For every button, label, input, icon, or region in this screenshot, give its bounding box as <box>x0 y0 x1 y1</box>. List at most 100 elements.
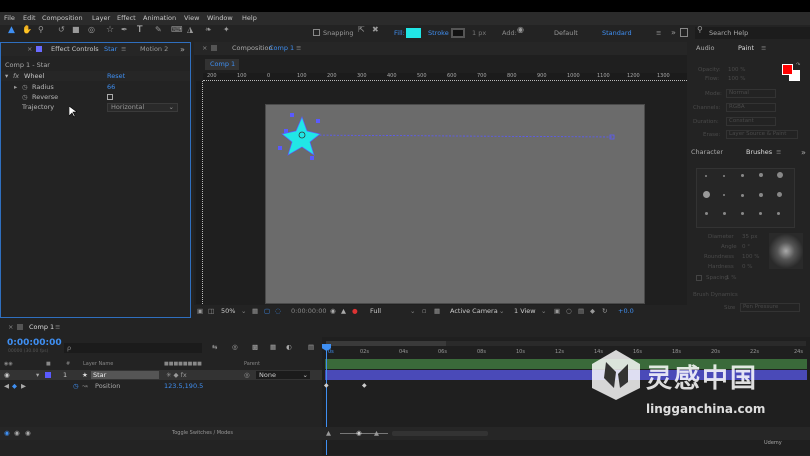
eraser-tool-icon[interactable]: ◮ <box>187 25 193 35</box>
breadcrumb[interactable]: Comp 1 <box>205 59 239 70</box>
timeline-icon[interactable]: ▤ <box>578 305 584 318</box>
snapshot-icon[interactable]: ◉ <box>330 305 336 318</box>
brush-tip[interactable] <box>777 172 783 178</box>
resolution-value[interactable]: Full <box>370 305 381 318</box>
zoom-value[interactable]: 50% <box>221 305 235 318</box>
brush-tip[interactable] <box>759 193 763 197</box>
paint-foreground-swatch[interactable] <box>782 64 793 75</box>
menu-effect[interactable]: Effect <box>117 12 136 25</box>
keyframe-nav-icon[interactable]: ◀ <box>4 381 9 391</box>
chevron-down-icon[interactable]: ⌄ <box>499 305 504 318</box>
brush-tip[interactable] <box>705 175 707 177</box>
composition-mini-flowchart-icon[interactable]: ⇆ <box>212 343 217 351</box>
motion2-tab[interactable]: Motion 2 <box>140 43 168 56</box>
layer-switches-icon[interactable]: ◉ <box>4 427 10 440</box>
close-tab-icon[interactable]: × <box>27 43 32 56</box>
star-handle[interactable] <box>310 156 314 160</box>
stroke-width[interactable]: 1 px <box>472 25 486 41</box>
brush-tip[interactable] <box>741 212 744 215</box>
fast-previews-icon[interactable]: ○ <box>566 305 572 318</box>
puppet-tool-icon[interactable]: ✦ <box>223 25 230 35</box>
always-preview-icon[interactable]: ▣ <box>197 305 203 318</box>
transparency-grid-icon[interactable]: ▦ <box>434 305 440 318</box>
layer-name-header[interactable]: Layer Name <box>83 360 113 369</box>
camera-view[interactable]: Active Camera <box>450 305 498 318</box>
visibility-eye-icon[interactable]: ◉ <box>4 370 10 380</box>
channels-dropdown[interactable]: RGBA <box>726 103 776 112</box>
toggle-switches-modes[interactable]: Toggle Switches / Modes <box>172 427 233 440</box>
parent-header[interactable]: Parent <box>244 360 260 369</box>
mask-visibility-icon[interactable]: ◌ <box>275 305 281 318</box>
close-tab-icon[interactable]: × <box>202 42 207 55</box>
show-snapshot-icon[interactable]: ▲ <box>341 305 346 318</box>
expand-effect-icon[interactable]: ▾ <box>5 71 8 81</box>
panel-menu-icon[interactable]: ≡ <box>761 42 766 55</box>
comp-canvas[interactable] <box>265 104 645 304</box>
pen-tool-icon[interactable]: ✒ <box>121 25 128 35</box>
character-tab[interactable]: Character <box>691 146 723 159</box>
radius-value[interactable]: 66 <box>107 82 115 92</box>
panel-menu-icon[interactable]: ≡ <box>55 321 60 334</box>
keyframe-end[interactable]: ◆ <box>362 382 367 389</box>
brush-tool-icon[interactable]: ✎ <box>155 25 162 35</box>
menu-help[interactable]: Help <box>242 12 257 25</box>
fx-icon[interactable]: fx <box>13 71 19 81</box>
region-of-interest-icon[interactable]: ▢ <box>264 305 270 318</box>
stopwatch-icon[interactable]: ◷ <box>73 381 79 391</box>
brush-tip[interactable] <box>723 175 725 177</box>
work-area-range[interactable] <box>326 341 446 346</box>
hand-tool-icon[interactable]: ✋ <box>22 25 32 35</box>
keyframe-start[interactable]: ◆ <box>324 382 329 389</box>
diameter-value[interactable]: 35 px <box>742 234 758 240</box>
zoom-slider[interactable] <box>340 433 388 434</box>
reset-exposure-icon[interactable]: ↻ <box>602 305 607 318</box>
roundness-value[interactable]: 100 % <box>742 254 759 260</box>
brush-tip[interactable] <box>777 192 782 197</box>
sync-icon[interactable] <box>680 28 688 37</box>
timeline-search-input[interactable]: ρ <box>64 343 202 353</box>
menu-composition[interactable]: Composition <box>42 12 83 25</box>
property-value[interactable]: 123.5,190.5 <box>164 381 203 391</box>
panel-overflow-icon[interactable]: » <box>180 43 185 56</box>
clone-stamp-tool-icon[interactable]: ⌨ <box>171 25 183 35</box>
region-icon[interactable]: ▫ <box>422 305 426 318</box>
viewer-timecode[interactable]: 0:00:00:00 <box>291 305 327 318</box>
close-tab-icon[interactable]: × <box>8 321 13 334</box>
color-channel-icon[interactable]: ● <box>352 305 358 318</box>
spacing-checkbox[interactable] <box>696 275 702 281</box>
expand-layer-icon[interactable]: ▾ <box>36 370 39 380</box>
shy-layers-icon[interactable]: ▩ <box>252 343 258 351</box>
brush-tip[interactable] <box>759 212 762 215</box>
brush-preset-grid[interactable] <box>696 168 795 228</box>
draft-3d-icon[interactable]: ◎ <box>232 343 238 351</box>
snap-features-icon[interactable]: ✖ <box>372 25 379 35</box>
motion-blur-icon[interactable]: ◐ <box>286 343 292 351</box>
timeline-timecode[interactable]: 0:00:00:00 <box>7 338 62 348</box>
graph-editor-icon[interactable]: ▤ <box>308 343 314 351</box>
camera-tool-icon[interactable]: ■ <box>72 25 80 35</box>
keyframe-next-icon[interactable]: ▶ <box>21 381 26 391</box>
effect-controls-tab[interactable]: Effect Controls <box>51 43 99 56</box>
panel-menu-icon[interactable]: ≡ <box>776 146 781 159</box>
angle-value[interactable]: 0 ° <box>742 244 750 250</box>
pan-behind-tool-icon[interactable]: ◎ <box>88 25 95 35</box>
brush-tip[interactable] <box>723 212 726 215</box>
menu-window[interactable]: Window <box>207 12 233 25</box>
parent-dropdown[interactable]: None ⌄ <box>256 371 310 379</box>
audio-tab[interactable]: Audio <box>696 42 714 55</box>
star-handle[interactable] <box>290 113 294 117</box>
trajectory-dropdown[interactable]: Horizontal ⌄ <box>107 103 178 112</box>
expand-radius-icon[interactable]: ▸ <box>14 82 17 92</box>
layer-label-color[interactable] <box>45 372 51 378</box>
brush-tip[interactable] <box>705 212 708 215</box>
flowchart-icon[interactable]: ◆ <box>590 305 595 318</box>
flow-value[interactable]: 100 % <box>728 76 745 82</box>
transfer-controls-icon[interactable]: ◉ <box>14 427 20 440</box>
stopwatch-icon[interactable]: ◷ <box>22 92 28 102</box>
pickwhip-icon[interactable]: ◎ <box>244 370 250 380</box>
composition-tab-name[interactable]: Comp 1 <box>269 42 294 55</box>
menu-file[interactable]: File <box>4 12 15 25</box>
duration-dropdown[interactable]: Constant <box>726 117 776 126</box>
panel-overflow-icon[interactable]: » <box>801 146 806 159</box>
roto-brush-tool-icon[interactable]: ❧ <box>205 25 212 35</box>
